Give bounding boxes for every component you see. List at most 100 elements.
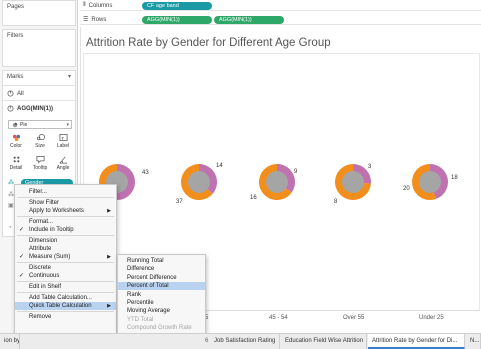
menu-separator (17, 216, 114, 217)
menu-item-label: Apply to Worksheets (29, 208, 84, 214)
color-label: Color (10, 143, 22, 149)
pie-center[interactable] (342, 171, 364, 193)
submenu-item-percentile[interactable]: Percentile (118, 299, 205, 307)
data-label: 16 (250, 195, 257, 201)
menu-item-label: Edit in Shelf (29, 284, 62, 290)
menu-item-dimension[interactable]: Dimension (15, 237, 116, 245)
data-label: 18 (451, 175, 458, 181)
submenu-item-rank[interactable]: Rank (118, 291, 205, 299)
submenu-item-difference[interactable]: Difference (118, 265, 205, 273)
rows-pill-1[interactable]: AGG(MIN(1)) (142, 15, 212, 24)
marks-agg-icon (7, 105, 14, 112)
detail-label: Detail (9, 165, 23, 171)
mark-type-select[interactable]: Pie ▾ (8, 120, 72, 129)
context-menu: Filter... Show Filter Apply to Worksheets ▶… (14, 184, 117, 349)
color-button[interactable]: Color (6, 133, 26, 151)
menu-item-label: Attribute (29, 246, 52, 252)
pie-center[interactable] (266, 171, 288, 193)
menu-item-label: Measure (Sum) (29, 254, 71, 260)
menu-item-continuous[interactable]: ✓ Continuous (15, 272, 116, 280)
submenu-item-label: Difference (127, 266, 155, 273)
menu-item-label: Quick Table Calculation (29, 303, 92, 309)
menu-item-filter[interactable]: Filter... (15, 188, 116, 196)
angle-icon (59, 156, 67, 164)
menu-separator (17, 262, 114, 263)
menu-item-edit-in-shelf[interactable]: Edit in Shelf (15, 283, 116, 291)
mark-type-label: Pie (20, 121, 28, 128)
menu-separator (17, 292, 114, 293)
menu-item-label: Continuous (29, 273, 60, 279)
data-label: 14 (216, 163, 223, 169)
pie-center[interactable] (419, 171, 441, 193)
menu-item-attribute[interactable]: Attribute (15, 245, 116, 253)
menu-item-add-table-calculation[interactable]: Add Table Calculation... (15, 294, 116, 302)
rows-pill-2[interactable]: AGG(MIN(1)) (214, 15, 284, 24)
marks-collapse-icon[interactable]: ▾ (68, 73, 71, 80)
tooltip-button[interactable]: Tooltip (30, 155, 50, 173)
label-button[interactable]: T Label (53, 133, 73, 151)
submenu-item-running-total[interactable]: Running Total (118, 257, 205, 265)
angle-button[interactable]: Angle (53, 155, 73, 173)
rows-shelf[interactable]: ☰ Rows AGG(MIN(1)) AGG(MIN(1)) (80, 14, 481, 25)
menu-item-label: Include in Tooltip (29, 227, 74, 233)
submenu-item-percent-of-total[interactable]: Percent of Total (118, 282, 205, 291)
menu-item-show-filter[interactable]: Show Filter (15, 199, 116, 207)
rows-shelf-label: ☰ Rows (83, 16, 106, 24)
sheet-tab[interactable]: Job Satisfaction Rating (210, 334, 280, 349)
data-label: 3 (368, 164, 372, 170)
marks-all-label: All (17, 90, 24, 97)
svg-text:T: T (61, 136, 64, 142)
marks-title: Marks (7, 74, 24, 80)
submenu-item-moving-average[interactable]: Moving Average (118, 307, 205, 315)
menu-item-measure-sum[interactable]: ✓ Measure (Sum) ▶ (15, 253, 116, 261)
submenu-item-label: Percentile (127, 300, 154, 306)
field-ghost-icon: ◔ (8, 225, 12, 231)
submenu-item-ytd-total: YTD Total (118, 316, 205, 324)
check-icon: ✓ (19, 273, 25, 279)
columns-shelf[interactable]: ⦀ Columns CF age band (80, 0, 481, 11)
menu-item-discrete[interactable]: Discrete (15, 264, 116, 272)
submenu-arrow-icon: ▶ (107, 303, 111, 309)
size-button[interactable]: Size (30, 133, 50, 151)
data-label: 37 (176, 199, 183, 205)
menu-item-include-in-tooltip[interactable]: ✓ Include in Tooltip (15, 226, 116, 234)
sheet-tab[interactable]: Education Field Wise Attrition (281, 334, 367, 349)
label-icon: T (59, 133, 67, 142)
sheet-tab-bar: ion by... 6 Job Satisfaction Rating Educ… (0, 333, 481, 349)
marks-all-row[interactable]: All (7, 90, 24, 97)
menu-item-quick-table-calculation[interactable]: Quick Table Calculation ▶ (15, 302, 116, 310)
menu-item-remove[interactable]: Remove (15, 313, 116, 321)
menu-item-apply-to-worksheets[interactable]: Apply to Worksheets ▶ (15, 207, 116, 215)
filters-title: Filters (7, 33, 24, 39)
marks-all-icon (7, 90, 14, 97)
pie-center[interactable] (188, 171, 210, 193)
submenu-item-label: YTD Total (127, 316, 154, 323)
size-label: Size (35, 143, 45, 149)
detail-button[interactable]: Detail (6, 155, 26, 173)
pie-icon (12, 122, 18, 127)
submenu-item-label: Compound Growth Rate (127, 325, 192, 332)
data-label: 9 (294, 169, 298, 175)
submenu-item-percent-difference[interactable]: Percent Difference (118, 274, 205, 282)
check-icon: ✓ (19, 254, 25, 260)
data-label: 8 (334, 199, 338, 205)
detail-icon (13, 156, 19, 163)
menu-separator (17, 281, 114, 282)
submenu-arrow-icon: ▶ (107, 208, 111, 214)
menu-separator (17, 235, 114, 236)
menu-item-format[interactable]: Format... (15, 218, 116, 226)
check-icon: ✓ (19, 227, 25, 233)
pages-title: Pages (7, 4, 25, 10)
sheet-tab-active[interactable]: Attrition Rate by Gender for Di... (368, 334, 465, 349)
menu-separator (17, 197, 114, 198)
columns-icon: ⦀ (83, 2, 86, 8)
filters-card[interactable]: Filters (2, 29, 76, 67)
size-icon (36, 133, 45, 141)
sheet-tab[interactable]: N... (466, 334, 481, 349)
color-icon (12, 134, 20, 142)
sheet-tab[interactable]: ion by... (0, 334, 20, 349)
marks-agg-row[interactable]: AGG(MIN(1)) (7, 105, 53, 112)
columns-pill-age-band[interactable]: CF age band (142, 1, 212, 10)
submenu-item-label: Running Total (127, 258, 164, 264)
data-label: 20 (403, 186, 410, 192)
